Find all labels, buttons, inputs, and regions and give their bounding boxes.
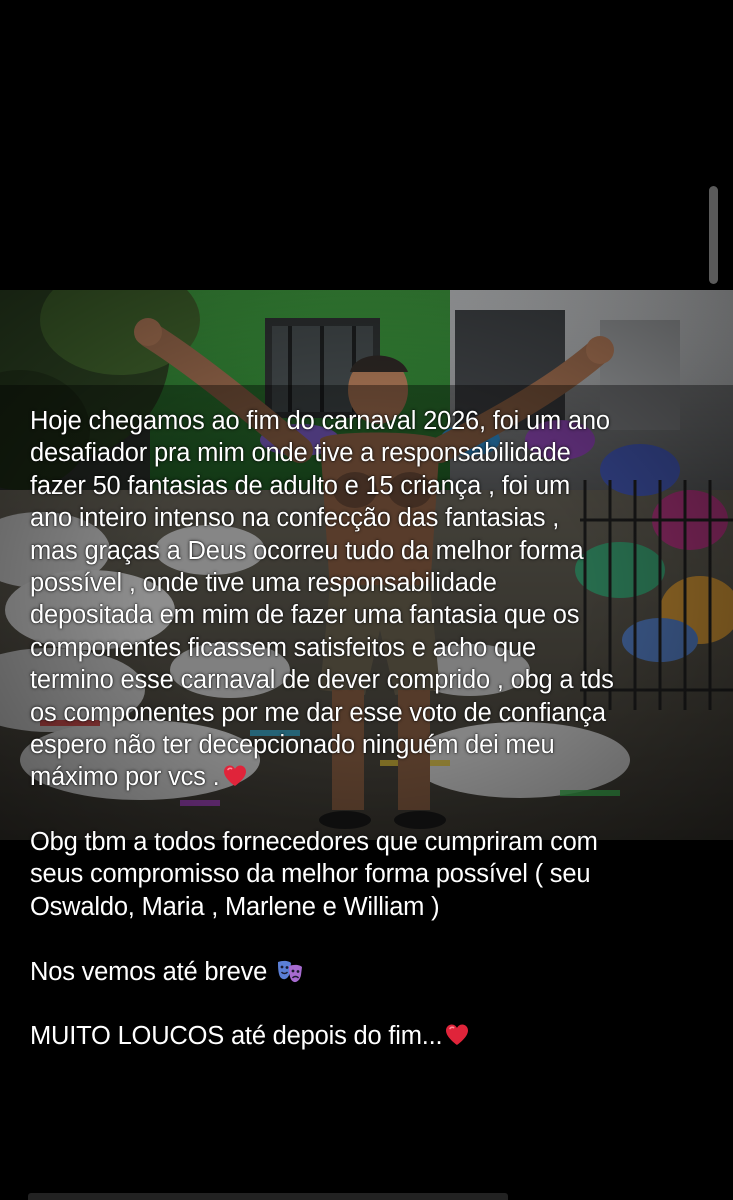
closing-line: MUITO LOUCOS até depois do fim... [30,1020,720,1052]
caption-line: ano inteiro intenso na confecção das fan… [30,504,560,533]
thanks-line: Oswaldo, Maria , Marlene e William ) [30,892,440,921]
caption-line-text: máximo por vcs . [30,763,220,792]
caption-line: componentes ficassem satisfeitos e acho … [30,633,536,662]
see-you-line: Nos vemos até breve [30,956,720,988]
caption-line: mas graças a Deus ocorreu tudo da melhor… [30,536,584,565]
thanks-line: Obg tbm a todos fornecedores que cumprir… [30,828,598,857]
red-heart-icon [222,764,248,796]
caption-line: os componentes por me dar esse voto de c… [30,698,606,727]
caption-line: Hoje chegamos ao fim do carnaval 2026, f… [30,407,610,435]
performing-arts-masks-icon [276,959,304,991]
caption-line: desafiador pra mim onde tive a responsab… [30,439,571,468]
caption-line-with-heart: máximo por vcs . [30,761,720,793]
caption-line: espero não ter decepcionado ninguém dei … [30,730,555,759]
thanks-line: seus compromisso da melhor forma possíve… [30,860,591,889]
closing-text: MUITO LOUCOS até depois do fim... [30,1022,443,1051]
story-caption: Hoje chegamos ao fim do carnaval 2026, f… [30,405,720,1053]
caption-line: termino esse carnaval de dever comprido … [30,666,614,695]
story-screen: Hoje chegamos ao fim do carnaval 2026, f… [0,0,733,1200]
caption-line: depositada em mim de fazer uma fantasia … [30,601,580,630]
red-heart-icon [444,1023,470,1055]
see-you-text: Nos vemos até breve [30,957,268,986]
scrollbar-thumb[interactable] [709,186,718,284]
reply-bar-edge[interactable] [28,1193,508,1200]
caption-line: possível , onde tive uma responsabilidad… [30,568,497,597]
caption-line: fazer 50 fantasias de adulto e 15 crianç… [30,471,570,500]
